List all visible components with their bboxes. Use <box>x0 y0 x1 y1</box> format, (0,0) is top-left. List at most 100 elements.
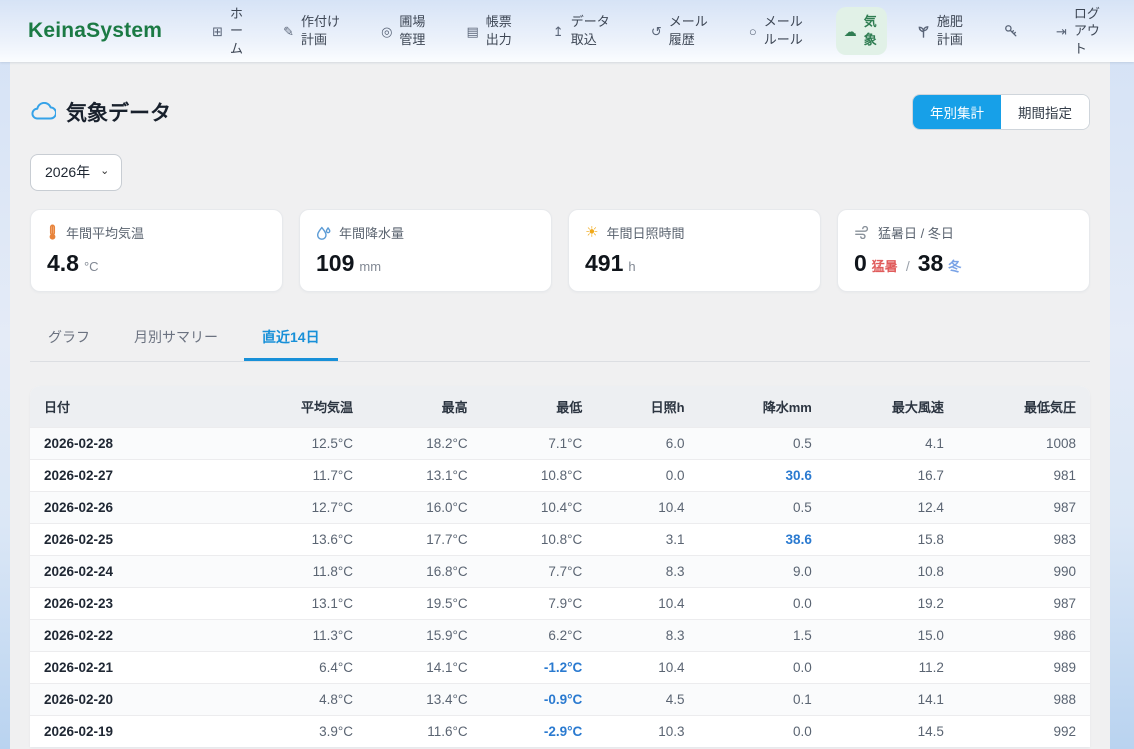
nav-item-weather[interactable]: ☁ 気象 <box>836 7 887 54</box>
mail-history-icon: ↺ <box>651 25 662 38</box>
cell-rain: 0.0 <box>699 716 826 748</box>
weather-table-card: 日付平均気温最高最低日照h降水mm最大風速最低気圧 2026-02-28 12.… <box>30 386 1090 747</box>
cell-rain: 9.0 <box>699 556 826 588</box>
cell-max-wind: 16.7 <box>826 460 958 492</box>
table-row: 2026-02-21 6.4°C 14.1°C -1.2°C 10.4 0.0 … <box>30 652 1090 684</box>
cell-min-temp: 7.1°C <box>482 428 597 460</box>
column-header-1: 平均気温 <box>235 386 367 428</box>
nav-item-planting-plan[interactable]: ✎ 作付け計画 <box>275 7 351 54</box>
tabs-row: グラフ 月別サマリー 直近14日 <box>30 318 1090 362</box>
cell-rain: 0.5 <box>699 492 826 524</box>
column-header-2: 最高 <box>367 386 482 428</box>
cell-min-pressure: 987 <box>958 492 1090 524</box>
tab-graph[interactable]: グラフ <box>30 318 108 361</box>
weather-table: 日付平均気温最高最低日照h降水mm最大風速最低気圧 2026-02-28 12.… <box>30 386 1090 747</box>
nav-item-label: 帳票出力 <box>486 13 515 48</box>
cell-avg-temp: 12.5°C <box>235 428 367 460</box>
top-nav: KeinaSystem ⊞ ホーム ✎ 作付け計画 ◎ 圃場管理 ▤ 帳票出力 … <box>0 0 1134 62</box>
cell-avg-temp: 12.7°C <box>235 492 367 524</box>
view-toggle: 年別集計 期間指定 <box>912 94 1090 130</box>
cell-min-temp: 6.2°C <box>482 620 597 652</box>
cell-min-pressure: 992 <box>958 716 1090 748</box>
nav-item-logout[interactable]: ⇥ ログアウト <box>1048 0 1112 63</box>
nav-item-fertilizer-plan[interactable]: 施肥計画 <box>909 7 974 54</box>
cell-sunshine: 6.0 <box>596 428 698 460</box>
cell-max-temp: 16.0°C <box>367 492 482 524</box>
stat-label: 年間降水量 <box>339 223 404 242</box>
cell-min-pressure: 1008 <box>958 428 1090 460</box>
cell-date: 2026-02-26 <box>30 492 235 524</box>
yearly-summary-button[interactable]: 年別集計 <box>913 95 1001 129</box>
nav-item-label: 作付け計画 <box>301 13 343 48</box>
cell-max-wind: 15.0 <box>826 620 958 652</box>
cell-sunshine: 10.3 <box>596 716 698 748</box>
cell-max-wind: 4.1 <box>826 428 958 460</box>
nav-item-home[interactable]: ⊞ ホーム <box>204 0 253 63</box>
nav-item-label: 気象 <box>864 13 879 48</box>
nav-item-report-output[interactable]: ▤ 帳票出力 <box>459 7 523 54</box>
weather-icon: ☁ <box>844 25 857 38</box>
slash-separator: / <box>906 258 910 274</box>
cell-max-temp: 13.4°C <box>367 684 482 716</box>
chevron-down-icon: ⌄ <box>100 164 109 177</box>
cell-min-temp: -0.9°C <box>482 684 597 716</box>
main-content: 気象データ 年別集計 期間指定 2026年 ⌄ 年間平均気温 <box>10 62 1110 749</box>
cell-date: 2026-02-19 <box>30 716 235 748</box>
nav-item-data-import[interactable]: ↥ データ取込 <box>545 7 621 54</box>
cell-max-temp: 11.6°C <box>367 716 482 748</box>
nav-item-label: メールルール <box>764 13 806 48</box>
cell-rain: 0.5 <box>699 428 826 460</box>
cell-min-temp: -2.9°C <box>482 716 597 748</box>
cell-max-wind: 14.5 <box>826 716 958 748</box>
table-row: 2026-02-28 12.5°C 18.2°C 7.1°C 6.0 0.5 4… <box>30 428 1090 460</box>
cell-date: 2026-02-27 <box>30 460 235 492</box>
cell-sunshine: 0.0 <box>596 460 698 492</box>
stat-card-avg-temp: 年間平均気温 4.8 °C <box>30 209 283 292</box>
nav-item-password-key[interactable] <box>996 18 1026 44</box>
nav-item-label: メール履歴 <box>669 13 711 48</box>
cell-min-pressure: 990 <box>958 556 1090 588</box>
brand-logo[interactable]: KeinaSystem <box>28 19 162 43</box>
nav-item-field-management[interactable]: ◎ 圃場管理 <box>373 7 436 54</box>
cell-max-temp: 18.2°C <box>367 428 482 460</box>
cell-date: 2026-02-23 <box>30 588 235 620</box>
cell-avg-temp: 11.3°C <box>235 620 367 652</box>
cell-sunshine: 4.5 <box>596 684 698 716</box>
nav-item-mail-history[interactable]: ↺ メール履歴 <box>643 7 719 54</box>
stats-row: 年間平均気温 4.8 °C 年間降水量 109 mm <box>30 209 1090 292</box>
hot-days-label: 猛暑 <box>872 256 898 275</box>
stat-value: 4.8 <box>47 250 79 277</box>
column-header-5: 降水mm <box>699 386 826 428</box>
stat-unit: mm <box>359 259 381 274</box>
stat-unit: °C <box>84 259 99 274</box>
cell-sunshine: 10.4 <box>596 588 698 620</box>
table-header-row: 日付平均気温最高最低日照h降水mm最大風速最低気圧 <box>30 386 1090 428</box>
cell-max-wind: 12.4 <box>826 492 958 524</box>
cell-date: 2026-02-20 <box>30 684 235 716</box>
column-header-0: 日付 <box>30 386 235 428</box>
tab-monthly-summary[interactable]: 月別サマリー <box>116 318 236 361</box>
table-row: 2026-02-27 11.7°C 13.1°C 10.8°C 0.0 30.6… <box>30 460 1090 492</box>
nav-item-mail-rules[interactable]: ○ メールルール <box>741 7 814 54</box>
cell-min-temp: 10.4°C <box>482 492 597 524</box>
table-row: 2026-02-24 11.8°C 16.8°C 7.7°C 8.3 9.0 1… <box>30 556 1090 588</box>
cell-rain: 30.6 <box>699 460 826 492</box>
cell-sunshine: 3.1 <box>596 524 698 556</box>
tab-last-14-days[interactable]: 直近14日 <box>244 318 338 361</box>
cell-max-wind: 15.8 <box>826 524 958 556</box>
table-row: 2026-02-23 13.1°C 19.5°C 7.9°C 10.4 0.0 … <box>30 588 1090 620</box>
cell-avg-temp: 3.9°C <box>235 716 367 748</box>
cell-max-wind: 10.8 <box>826 556 958 588</box>
nav-item-label: 施肥計画 <box>937 13 966 48</box>
cell-sunshine: 10.4 <box>596 492 698 524</box>
nav-item-label: 圃場管理 <box>399 13 428 48</box>
cell-min-temp: 10.8°C <box>482 524 597 556</box>
table-row: 2026-02-19 3.9°C 11.6°C -2.9°C 10.3 0.0 … <box>30 716 1090 748</box>
cell-max-temp: 16.8°C <box>367 556 482 588</box>
year-select[interactable]: 2026年 ⌄ <box>30 154 122 191</box>
cell-min-pressure: 989 <box>958 652 1090 684</box>
period-select-button[interactable]: 期間指定 <box>1001 95 1089 129</box>
cell-date: 2026-02-21 <box>30 652 235 684</box>
column-header-6: 最大風速 <box>826 386 958 428</box>
report-output-icon: ▤ <box>467 25 479 38</box>
